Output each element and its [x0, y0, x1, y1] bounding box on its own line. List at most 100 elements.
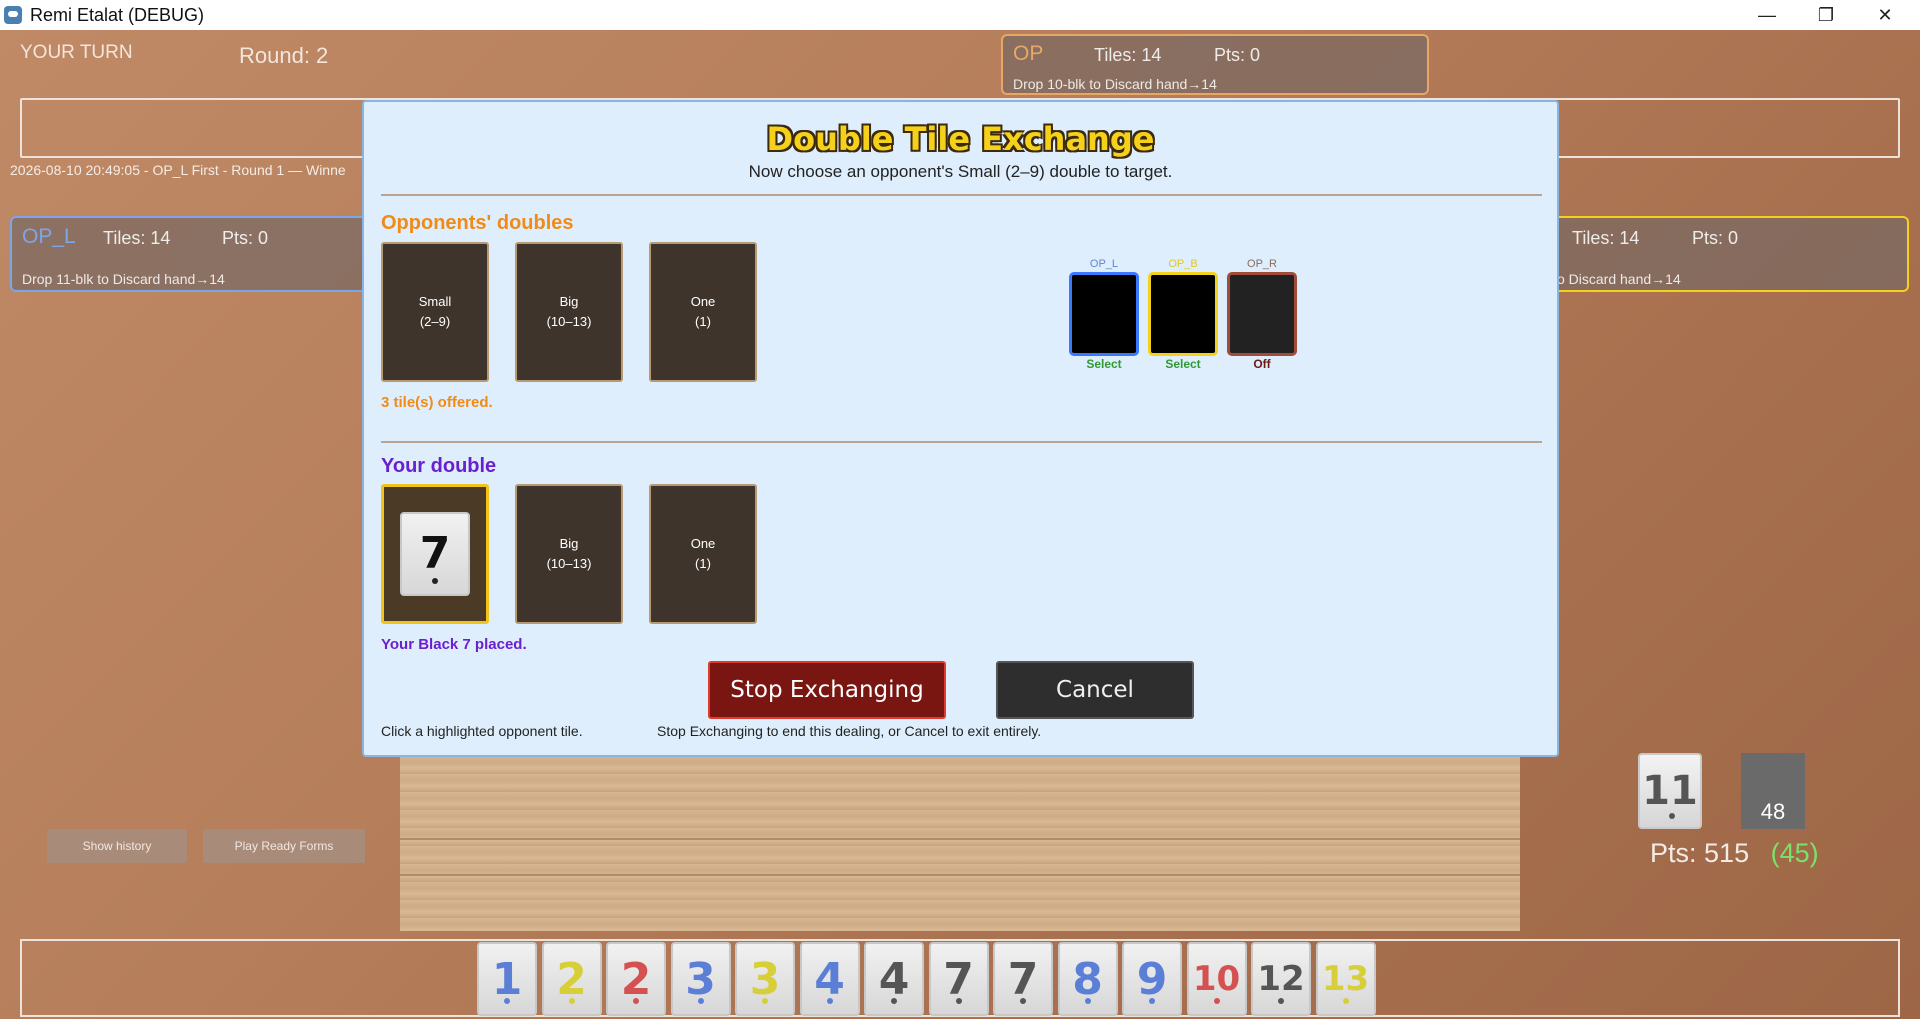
tile-dot [432, 578, 438, 584]
tile-value: 8 [1072, 953, 1103, 1005]
tile-value: 2 [556, 953, 587, 1005]
opponent-tiles: Tiles: 14 [1094, 45, 1162, 65]
dialog-subtitle: Now choose an opponent's Small (2–9) dou… [748, 162, 1173, 181]
offered-note: 3 tile(s) offered. [381, 394, 493, 411]
slot-range: (10–13) [546, 556, 592, 571]
tile-dot [826, 998, 833, 1004]
divider [381, 194, 1542, 196]
slot-name: Big [559, 294, 579, 309]
window-titlebar: Remi Etalat (DEBUG) — ❐ ✕ [0, 0, 1920, 30]
discard-tile-value: 11 [1642, 768, 1698, 814]
turn-indicator: YOUR TURN [20, 42, 133, 63]
tile-dot [1149, 998, 1155, 1004]
your-black-tile: 7 [400, 512, 470, 596]
your-slot-one[interactable]: One (1) [649, 484, 757, 624]
slot-range: (10–13) [546, 314, 592, 329]
hand-tile[interactable]: 2 [541, 942, 602, 1016]
your-slot-small[interactable]: 7 [381, 484, 489, 624]
opponent-message: Drop 11-blk to Discard hand→14 [22, 271, 225, 287]
hand-tile[interactable]: 9 [1122, 942, 1182, 1016]
hand-tile[interactable]: 1 [477, 942, 537, 1016]
chip-label: OP_R [1247, 258, 1277, 270]
cancel-button[interactable]: Cancel [996, 661, 1194, 719]
tile-value: 12 [1257, 959, 1305, 999]
draw-deck[interactable]: 48 [1741, 753, 1805, 829]
app-icon [4, 6, 22, 24]
placed-note: Your Black 7 placed. [381, 636, 527, 653]
tile-dot [633, 998, 639, 1004]
opponent-message: Drop 10-blk to Discard hand→14 [1013, 76, 1217, 92]
tile-dot [568, 998, 575, 1004]
tile-dot [1342, 998, 1349, 1004]
tile-value: 3 [749, 953, 781, 1005]
hand-tile[interactable]: 8 [1057, 942, 1118, 1016]
maximize-button[interactable]: ❐ [1797, 0, 1855, 30]
slot-name: Big [559, 536, 579, 551]
player-points: Pts: 515 (45) [1650, 838, 1819, 869]
hand-tile[interactable]: 7 [928, 942, 989, 1016]
slot-name: Small [418, 294, 452, 309]
slot-range: (1) [695, 556, 711, 571]
tile-value: 4 [814, 953, 845, 1005]
your-slot-big[interactable]: Big (10–13) [515, 484, 623, 624]
opponents-doubles-heading: Opponents' doubles [381, 212, 574, 234]
slot-range: (1) [695, 314, 711, 329]
deck-count: 48 [1760, 799, 1786, 824]
tile-value: 1 [491, 953, 523, 1005]
hand-tile[interactable]: 4 [864, 942, 924, 1016]
double-tile-exchange-dialog: Double Tile Exchange Now choose an oppon… [362, 100, 1559, 757]
points-label: Pts: [1650, 838, 1697, 868]
hand-tile[interactable]: 7 [993, 942, 1053, 1016]
opponent-target-chip[interactable] [1069, 272, 1139, 356]
opponent-slot-big[interactable]: Big (10–13) [515, 242, 623, 382]
round-indicator: Round: 2 [239, 43, 329, 68]
opponent-name: OP [1013, 42, 1044, 65]
play-ready-forms-button[interactable]: Play Ready Forms [203, 829, 365, 863]
opponent-slot-one[interactable]: One (1) [649, 242, 757, 382]
close-window-button[interactable]: ✕ [1856, 0, 1914, 30]
chip-label: OP_B [1168, 258, 1198, 270]
tile-value: 7 [419, 528, 451, 579]
tile-dot [504, 998, 510, 1004]
hand-tile[interactable]: 12 [1251, 942, 1311, 1016]
slot-name: One [690, 294, 716, 309]
opponent-target-chip [1227, 272, 1297, 356]
minimize-button[interactable]: — [1738, 0, 1796, 30]
stop-exchanging-button[interactable]: Stop Exchanging [708, 661, 946, 719]
chip-label: OP_L [1089, 258, 1119, 270]
tile-dot [955, 998, 962, 1004]
opponent-points: Pts: 0 [1692, 228, 1739, 248]
table-surface [400, 756, 1520, 931]
tile-dot [891, 998, 897, 1004]
hint-left: Click a highlighted opponent tile. [381, 723, 583, 739]
tile-dot [1084, 998, 1091, 1004]
chip-state: Select [1086, 357, 1122, 371]
tile-value: 2 [620, 953, 652, 1005]
tile-dot [1020, 998, 1026, 1004]
hand-tile[interactable]: 3 [670, 942, 731, 1016]
tile-value: 10 [1192, 959, 1241, 999]
tile-dot [762, 998, 768, 1004]
hand-tile[interactable]: 13 [1315, 942, 1376, 1016]
opponent-message: o Discard hand→14 [1557, 271, 1681, 287]
hand-tile[interactable]: 2 [606, 942, 666, 1016]
slot-name: One [690, 536, 716, 551]
tile-dot [1278, 998, 1284, 1004]
chip-state: Off [1253, 357, 1271, 371]
opponent-points: Pts: 0 [222, 228, 269, 248]
tile-value: 3 [685, 953, 716, 1005]
tile-dot [1669, 813, 1675, 819]
slot-range: (2–9) [419, 314, 451, 329]
tile-value: 7 [1007, 953, 1039, 1005]
hand-tile[interactable]: 3 [735, 942, 795, 1016]
opponent-name: OP_L [22, 225, 76, 248]
opponent-target-chip[interactable] [1148, 272, 1218, 356]
discard-top-tile[interactable]: 11 [1638, 753, 1702, 829]
opponent-slot-small[interactable]: Small (2–9) [381, 242, 489, 382]
show-history-button[interactable]: Show history [47, 829, 187, 863]
tile-value: 4 [878, 953, 910, 1005]
hand-tile[interactable]: 10 [1186, 942, 1247, 1016]
your-double-heading: Your double [381, 455, 497, 477]
dialog-title: Double Tile Exchange [766, 120, 1155, 158]
hand-tile[interactable]: 4 [799, 942, 860, 1016]
